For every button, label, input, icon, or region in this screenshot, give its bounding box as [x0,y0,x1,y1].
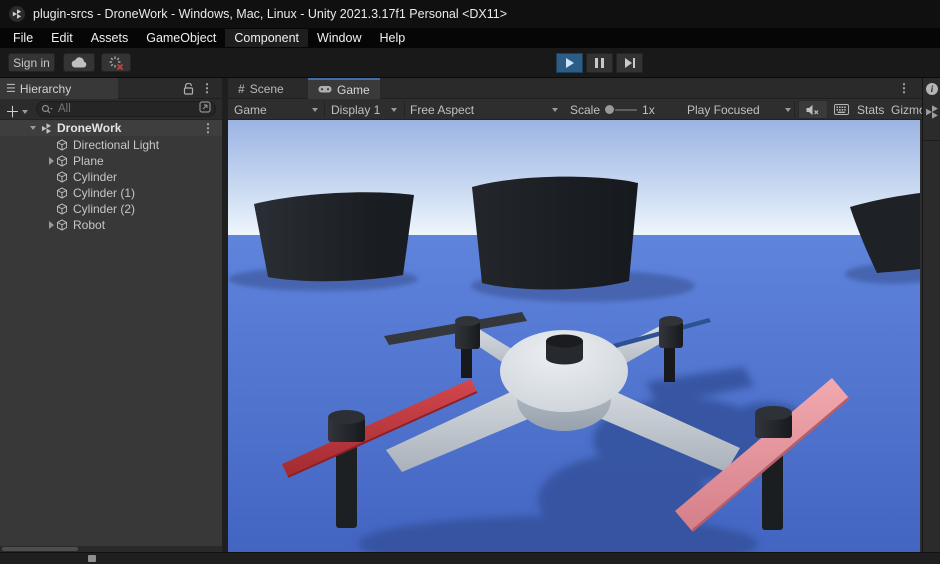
unity-editor-window: plugin-srcs - DroneWork - Windows, Mac, … [0,0,940,564]
scale-slider[interactable]: Scale 1x [570,99,655,120]
tab-game[interactable]: Game [308,78,380,99]
scale-value: 1x [642,102,655,117]
display-dropdown[interactable]: Display 1 [331,99,397,120]
scene-row-dronework[interactable]: DroneWork ⋮ [0,120,222,136]
hierarchy-list-icon: ☰ [6,83,16,95]
menu-help[interactable]: Help [370,29,414,47]
mute-audio-icon [806,104,819,115]
collab-error-icon [109,56,124,70]
console-status-icon[interactable] [88,555,96,562]
display-target-dropdown[interactable]: Game [234,99,318,120]
slider-track[interactable] [615,108,638,111]
mute-audio-button[interactable] [798,100,828,119]
unity-package-icon[interactable] [924,104,940,125]
hierarchy-item-cylinder-1[interactable]: Cylinder (1) [0,185,222,201]
scene-menu-icon[interactable]: ⋮ [202,122,214,134]
tab-scene[interactable]: # Scene [228,78,294,99]
lock-icon[interactable] [183,82,194,100]
sign-in-button[interactable]: Sign in [8,53,55,72]
hierarchy-item-cylinder[interactable]: Cylinder [0,169,222,185]
scene-tab-label: Scene [249,81,284,96]
main-toolbar: Sign in [0,48,940,78]
menu-file[interactable]: File [4,29,42,47]
info-icon[interactable]: i [926,83,938,95]
focus-mode-dropdown[interactable]: Play Focused [687,99,791,120]
step-button[interactable] [616,53,643,73]
drone-top-cap [546,334,583,348]
inspector-collapsed-strip: i [922,78,940,552]
game-render [228,120,922,552]
scene-grid-icon: # [238,81,245,96]
step-icon [624,58,635,68]
game-viewport[interactable] [228,120,922,552]
unity-logo-icon [9,6,25,22]
gameobject-cube-icon [57,171,67,183]
scene-name: DroneWork [57,121,122,135]
hierarchy-item-directional-light[interactable]: Directional Light [0,137,222,153]
gameobject-cube-icon [57,203,67,215]
menu-window[interactable]: Window [308,29,370,47]
cloud-icon [71,57,87,68]
chevron-down-icon [785,107,791,112]
menu-edit[interactable]: Edit [42,29,82,47]
vsync-keyboard-button[interactable] [834,99,849,120]
gameobject-cube-icon [57,155,67,167]
game-panel: # Scene Game ⋮ Game Display 1 Free Aspec… [228,78,922,552]
hierarchy-tree: DroneWork ⋮ Directional Light Plane Cyli… [0,120,222,546]
collab-error-button[interactable] [101,53,131,72]
hierarchy-menu-icon[interactable]: ⋮ [201,82,213,94]
game-view-toolbar: Game Display 1 Free Aspect Scale 1x Play… [228,99,922,120]
stats-button[interactable]: Stats [857,99,884,120]
hierarchy-item-robot[interactable]: Robot [0,217,222,233]
cylinder-left [254,192,414,282]
chevron-down-icon [22,109,29,114]
unity-scene-icon [41,122,52,134]
gizmos-dropdown[interactable]: Gizmos [891,99,922,120]
gameobject-cube-icon [57,139,67,151]
menu-gameobject[interactable]: GameObject [137,29,225,47]
play-icon [565,58,574,68]
game-tab-label: Game [337,82,370,97]
hierarchy-item-plane[interactable]: Plane [0,153,222,169]
play-button[interactable] [556,53,583,73]
add-object-button[interactable]: ＋ [5,101,29,122]
menu-bar: File Edit Assets GameObject Component Wi… [0,28,940,48]
slider-handle[interactable] [605,105,615,114]
gamepad-icon [318,86,332,93]
menu-component[interactable]: Component [225,29,309,47]
chevron-down-icon [312,107,318,112]
aspect-dropdown[interactable]: Free Aspect [410,99,558,120]
expand-caret-icon[interactable] [48,157,54,165]
title-bar[interactable]: plugin-srcs - DroneWork - Windows, Mac, … [0,0,940,28]
gameobject-cube-icon [57,219,67,231]
status-bar [0,552,940,564]
pause-button[interactable] [586,53,613,73]
play-controls [556,53,643,73]
tab-hierarchy[interactable]: ☰ Hierarchy [0,78,118,99]
window-picker-icon[interactable] [199,100,211,118]
strip-divider [923,140,940,141]
search-input[interactable] [56,102,196,116]
window-title: plugin-srcs - DroneWork - Windows, Mac, … [33,7,508,21]
menu-assets[interactable]: Assets [82,29,138,47]
collapse-caret-icon[interactable] [30,126,36,130]
cylinder-center [472,176,638,290]
keyboard-icon [834,104,849,115]
search-icon [41,104,53,113]
chevron-down-icon [552,107,558,112]
scrollbar-thumb[interactable] [2,547,78,551]
expand-caret-icon[interactable] [48,221,54,229]
pause-icon [595,58,604,68]
hierarchy-search-field[interactable] [36,101,216,117]
hierarchy-panel: ☰ Hierarchy ⋮ ＋ DroneWork ⋮ [0,78,222,552]
hierarchy-tab-bar: ☰ Hierarchy ⋮ [0,78,222,99]
view-tab-bar: # Scene Game ⋮ [228,78,922,99]
chevron-down-icon [391,107,397,112]
hierarchy-item-cylinder-2[interactable]: Cylinder (2) [0,201,222,217]
gameobject-cube-icon [57,187,67,199]
hierarchy-search-row: ＋ [0,99,222,122]
cloud-button[interactable] [63,53,95,72]
game-panel-menu-icon[interactable]: ⋮ [898,82,910,94]
hierarchy-tab-label: Hierarchy [19,81,72,96]
